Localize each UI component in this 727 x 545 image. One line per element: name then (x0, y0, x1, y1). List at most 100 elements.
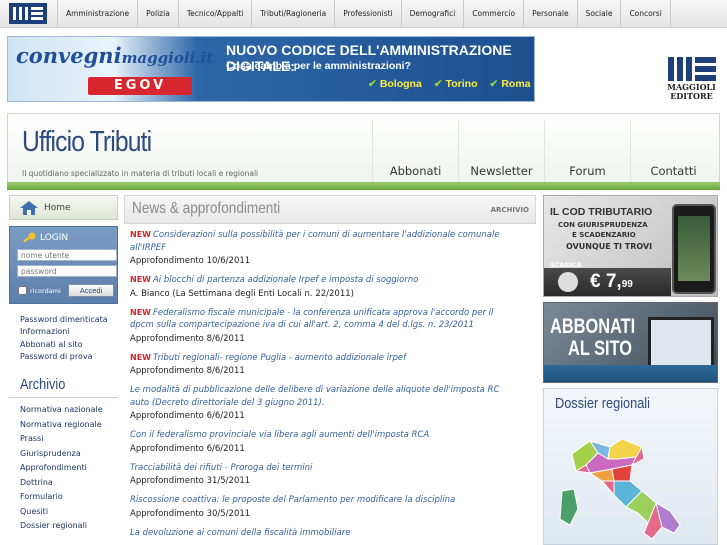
key-icon (23, 232, 36, 243)
site-title[interactable]: Ufficio Tributi (22, 126, 152, 159)
convegni-banner[interactable]: convegnimaggioli.it EGOV NUOVO CODICE DE… (7, 36, 535, 102)
cod-ad-line1: CON GIURISPRUDENZA (558, 221, 648, 229)
abbonati-ad-line2: AL SITO (568, 337, 633, 360)
news-item: NEW Ai blocchi di partenza addizionale Ir… (130, 274, 502, 301)
archive-link-quesiti[interactable]: Quesiti (20, 505, 103, 520)
new-badge: NEW (130, 275, 151, 284)
login-submit-button[interactable]: Accedi (68, 284, 114, 297)
archive-link-prassi[interactable]: Prassi (20, 432, 103, 447)
cod-ad-price-cents: 99 (621, 279, 633, 290)
egov-logo: EGOV (88, 77, 192, 95)
maggioli-mark-icon (668, 57, 716, 81)
archive-link-giurisprudenza[interactable]: Giurisprudenza (20, 447, 103, 462)
username-input[interactable] (17, 249, 117, 261)
abbonati-ad-bar (544, 365, 717, 382)
app-store-icon (558, 272, 578, 292)
link-password-dimenticata[interactable]: Password dimenticata (20, 314, 118, 326)
topnav-item-professionisti[interactable]: Professionisti (334, 0, 400, 28)
link-abbonati-al-sito[interactable]: Abbonati al sito (20, 339, 118, 351)
link-informazioni[interactable]: Informazioni (20, 326, 118, 338)
link-password-di-prova[interactable]: Password di prova (20, 351, 118, 363)
city-item: ✔ Bologna (368, 78, 422, 90)
archive-link-normativa-regionale[interactable]: Normativa regionale (20, 418, 103, 433)
home-icon (20, 201, 38, 215)
archive-link-dottrina[interactable]: Dottrina (20, 476, 103, 491)
topnav-item-concorsi[interactable]: Concorsi (620, 0, 671, 28)
news-headline-link[interactable]: NEW Considerazioni sulla possibilità per … (130, 229, 502, 254)
topnav-item-amministrazione[interactable]: Amministrazione (57, 0, 137, 28)
home-button[interactable]: Home (9, 195, 118, 220)
news-item: NEW Considerazioni sulla possibilità per … (130, 229, 502, 268)
news-headline-text: Ai blocchi di partenza addizionale Irpef… (152, 275, 419, 285)
publisher-name: MAGGIOLI EDITORE (664, 83, 719, 101)
topnav-item-tributi-ragioneria[interactable]: Tributi/Ragioneria (251, 0, 334, 28)
banner-brand: convegnimaggioli.it (16, 43, 213, 68)
news-item: Riscossione coattiva: le proposte del Pa… (130, 494, 502, 521)
news-headline-text: Federalismo fiscale municipale - la conf… (130, 307, 494, 331)
news-list: NEW Considerazioni sulla possibilità per … (130, 229, 502, 545)
news-headline-text: Tributi regionali- regione Puglia - aume… (152, 352, 407, 363)
banner-brand-main: convegni (16, 43, 122, 68)
news-meta: Approfondimento 10/6/2011 (130, 256, 251, 266)
abbonati-al-sito-ad[interactable]: ABBONATI AL SITO (543, 302, 718, 383)
top-navigation: Amministrazione Polizia Tecnico/Appalti … (0, 0, 727, 28)
topnav-item-tecnico-appalti[interactable]: Tecnico/Appalti (177, 0, 251, 28)
new-badge: NEW (130, 230, 151, 239)
topnav-item-demografici[interactable]: Demografici (400, 0, 464, 28)
dossier-title: Dossier regionali (555, 395, 650, 412)
city-label: Roma (501, 78, 531, 90)
news-meta: Approfondimento 31/5/2011 (130, 476, 251, 486)
news-headline-link[interactable]: NEW Tributi regionali- regione Puglia - a… (130, 352, 502, 365)
news-meta: Approfondimento 8/6/2011 (130, 366, 245, 376)
news-headline-link[interactable]: NEW Ai blocchi di partenza addizionale Ir… (130, 274, 502, 287)
news-header: News & approfondimenti ARCHIVIO (124, 195, 536, 224)
news-archive-link[interactable]: ARCHIVIO (491, 206, 529, 214)
news-meta: A. Bianco (La Settimana degli Enti Local… (130, 288, 354, 299)
cod-ad-price: € 7,99 (590, 271, 633, 293)
dossier-regionali-box[interactable]: Dossier regionali (543, 388, 718, 545)
cod-ad-line3: OVUNQUE TI TROVI (566, 242, 653, 251)
news-headline-link[interactable]: NEW Federalismo fiscale municipale - la c… (130, 307, 502, 332)
cod-ad-download-bar: € 7,99 (544, 268, 671, 296)
news-headline-link[interactable]: Tracciabilità dei rifiuti - Proroga dei … (130, 462, 502, 475)
password-input[interactable] (17, 265, 117, 277)
header-nav-forum[interactable]: Forum (544, 120, 630, 186)
news-headline-link[interactable]: Riscossione coattiva: le proposte del Pa… (130, 494, 502, 507)
login-box: LOGIN ricordami Accedi (9, 226, 118, 304)
monitor-icon (648, 317, 714, 369)
archive-link-formulario[interactable]: Formulario (20, 490, 103, 505)
remember-checkbox[interactable] (18, 286, 27, 295)
archive-link-approfondimenti[interactable]: Approfondimenti (20, 461, 103, 476)
smartphone-screen (678, 216, 710, 281)
topnav-item-sociale[interactable]: Sociale (576, 0, 621, 28)
header-nav-newsletter[interactable]: Newsletter (458, 120, 544, 186)
cod-tributario-ad[interactable]: IL COD TRIBUTARIO CON GIURISPRUDENZA E S… (543, 195, 718, 297)
maggioli-logo-icon[interactable] (9, 3, 47, 24)
header-nav-contatti[interactable]: Contatti (630, 120, 716, 186)
abbonati-ad-line1: ABBONATI (550, 315, 636, 338)
header-nav-abbonati[interactable]: Abbonati (372, 120, 458, 186)
news-headline-link[interactable]: Con il federalismo provinciale via liber… (130, 429, 502, 442)
archive-link-dossier-regionali[interactable]: Dossier regionali (20, 519, 103, 534)
italy-map-icon[interactable] (552, 429, 702, 545)
news-headline-link[interactable]: La devoluzione ai comuni della fiscalità… (130, 527, 502, 540)
remember-label: ricordami (30, 287, 61, 295)
topnav-item-personale[interactable]: Personale (523, 0, 577, 28)
check-icon: ✔ (368, 78, 377, 90)
check-icon: ✔ (489, 78, 499, 90)
new-badge: NEW (130, 307, 151, 317)
city-item: ✔ Torino (434, 78, 478, 90)
topnav-item-polizia[interactable]: Polizia (137, 0, 178, 28)
cod-ad-price-main: € 7, (590, 271, 622, 292)
publisher-name-line2: EDITORE (670, 91, 713, 101)
news-headline-text: Considerazioni sulla possibilità per i c… (130, 230, 500, 253)
archive-link-normativa-nazionale[interactable]: Normativa nazionale (20, 403, 103, 418)
topnav-item-commercio[interactable]: Commercio (463, 0, 523, 28)
account-links: Password dimenticata Informazioni Abbona… (9, 314, 118, 363)
maggioli-editore-logo[interactable]: MAGGIOLI EDITORE (664, 57, 719, 102)
news-headline-link[interactable]: Le modalità di pubblicazione delle delib… (130, 384, 502, 409)
news-item: Con il federalismo provinciale via liber… (130, 429, 502, 456)
city-label: Torino (445, 78, 478, 90)
banner-cities: ✔ Bologna ✔ Torino ✔ Roma (368, 78, 531, 90)
news-item: NEW Tributi regionali- regione Puglia - a… (130, 352, 502, 379)
